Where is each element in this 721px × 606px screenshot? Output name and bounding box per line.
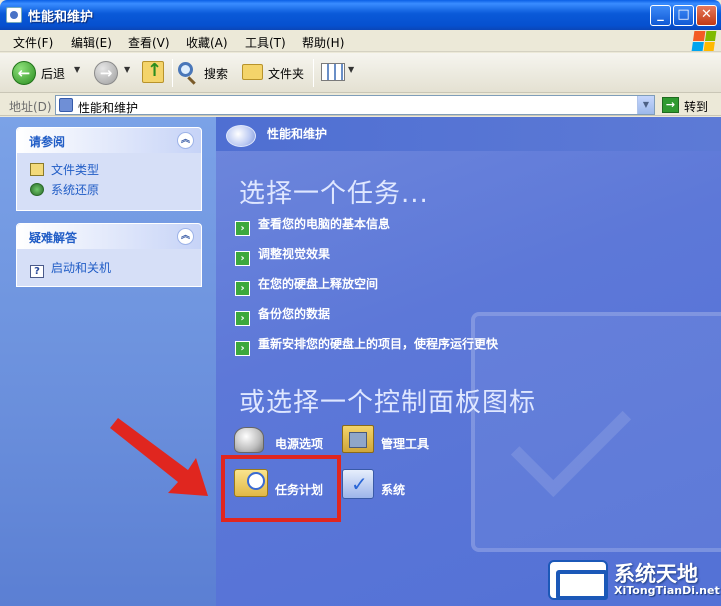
- forward-arrow-icon[interactable]: →: [94, 61, 118, 85]
- panel-title: 疑难解答: [29, 231, 78, 245]
- views-dropdown-icon[interactable]: ▼: [348, 65, 354, 74]
- green-arrow-icon: ›: [235, 341, 250, 356]
- watermark-logo: 系统天地 XiTongTianDi.net: [548, 556, 720, 602]
- maximize-button[interactable]: □: [673, 5, 694, 26]
- menu-file[interactable]: 文件(F): [13, 34, 53, 51]
- admin-tools-icon[interactable]: [342, 425, 374, 453]
- green-arrow-icon: ›: [235, 221, 250, 236]
- menu-help[interactable]: 帮助(H): [302, 34, 344, 51]
- go-arrow-icon[interactable]: →: [662, 97, 679, 113]
- address-bar: 地址(D) 性能和维护 ▼ → 转到: [0, 94, 721, 116]
- task-label[interactable]: 查看您的电脑的基本信息: [258, 217, 390, 231]
- troubleshooting-panel: 疑难解答 ︽ ? 启动和关机: [16, 223, 202, 287]
- link-startup-shutdown[interactable]: ? 启动和关机: [30, 259, 111, 278]
- close-button[interactable]: ✕: [696, 5, 717, 26]
- link-label[interactable]: 系统还原: [51, 183, 99, 197]
- folders-button-label[interactable]: 文件夹: [268, 65, 304, 82]
- admin-tools-label[interactable]: 管理工具: [381, 435, 429, 452]
- toolbar-separator: [172, 59, 173, 87]
- icon-heading: 或选择一个控制面板图标: [239, 388, 537, 418]
- address-input[interactable]: 性能和维护 ▼: [55, 95, 655, 115]
- link-system-restore[interactable]: 系统还原: [30, 181, 99, 198]
- panel-header[interactable]: 疑难解答 ︽: [17, 224, 201, 249]
- power-options-icon[interactable]: [234, 427, 264, 453]
- task-link[interactable]: › 在您的硬盘上释放空间: [235, 275, 378, 296]
- up-folder-icon[interactable]: [142, 60, 164, 83]
- see-also-panel: 请参阅 ︽ 文件类型 系统还原: [16, 127, 202, 211]
- category-header: 性能和维护: [216, 117, 721, 151]
- menu-bar: 文件(F) 编辑(E) 查看(V) 收藏(A) 工具(T) 帮助(H): [0, 30, 721, 52]
- system-label[interactable]: 系统: [381, 481, 405, 498]
- watermark-house-icon: [548, 560, 608, 600]
- task-label[interactable]: 备份您的数据: [258, 307, 330, 321]
- link-label[interactable]: 文件类型: [51, 163, 99, 177]
- menu-edit[interactable]: 编辑(E): [71, 34, 112, 51]
- highlight-box: [221, 455, 341, 522]
- control-panel-icon: [6, 7, 22, 23]
- back-arrow-icon[interactable]: ←: [12, 61, 36, 85]
- watermark-subtitle: XiTongTianDi.net: [614, 584, 720, 597]
- help-icon: ?: [30, 265, 44, 278]
- go-button-label[interactable]: 转到: [684, 98, 708, 115]
- task-label[interactable]: 在您的硬盘上释放空间: [258, 277, 378, 291]
- task-label[interactable]: 重新安排您的硬盘上的项目，使程序运行更快: [258, 337, 498, 351]
- views-icon[interactable]: [321, 63, 345, 81]
- panel-title: 请参阅: [29, 135, 66, 149]
- address-dropdown-icon[interactable]: ▼: [637, 96, 654, 114]
- menu-tools[interactable]: 工具(T): [245, 34, 286, 51]
- title-bar[interactable]: 性能和维护 _ □ ✕: [0, 0, 721, 30]
- menu-favorites[interactable]: 收藏(A): [186, 34, 228, 51]
- task-link[interactable]: › 备份您的数据: [235, 305, 330, 326]
- search-button-label[interactable]: 搜索: [204, 65, 228, 82]
- windows-logo-icon: [691, 31, 717, 51]
- file-types-icon: [30, 163, 44, 176]
- control-panel-icon: [59, 98, 73, 112]
- toolbar: ← 后退 ▼ → ▼ 搜索 文件夹 ▼: [0, 53, 721, 93]
- back-dropdown-icon[interactable]: ▼: [74, 65, 80, 74]
- link-file-types[interactable]: 文件类型: [30, 161, 99, 178]
- task-link[interactable]: › 查看您的电脑的基本信息: [235, 215, 390, 236]
- address-label: 地址(D): [9, 100, 52, 114]
- task-label[interactable]: 调整视觉效果: [258, 247, 330, 261]
- collapse-chevron-icon[interactable]: ︽: [177, 132, 194, 149]
- link-label[interactable]: 启动和关机: [51, 261, 111, 275]
- back-button-label[interactable]: 后退: [41, 65, 65, 82]
- address-value[interactable]: 性能和维护: [78, 99, 138, 116]
- search-icon[interactable]: [178, 62, 193, 77]
- menu-view[interactable]: 查看(V): [128, 34, 170, 51]
- system-restore-icon: [30, 183, 44, 196]
- folders-icon[interactable]: [242, 64, 263, 80]
- category-title: 性能和维护: [267, 127, 328, 141]
- minimize-button[interactable]: _: [650, 5, 671, 26]
- collapse-chevron-icon[interactable]: ︽: [177, 228, 194, 245]
- task-pane: 请参阅 ︽ 文件类型 系统还原 疑难解答 ︽ ? 启动和关机: [0, 117, 216, 606]
- green-arrow-icon: ›: [235, 251, 250, 266]
- performance-category-icon: [226, 125, 256, 147]
- power-options-label[interactable]: 电源选项: [275, 435, 323, 452]
- toolbar-separator: [313, 59, 314, 87]
- main-content: 性能和维护 选择一个任务... › 查看您的电脑的基本信息 › 调整视觉效果 › 在您…: [216, 117, 721, 606]
- panel-header[interactable]: 请参阅 ︽: [17, 128, 201, 153]
- task-link[interactable]: › 重新安排您的硬盘上的项目，使程序运行更快: [235, 335, 498, 356]
- green-arrow-icon: ›: [235, 311, 250, 326]
- green-arrow-icon: ›: [235, 281, 250, 296]
- task-heading: 选择一个任务...: [239, 179, 429, 209]
- forward-dropdown-icon[interactable]: ▼: [124, 65, 130, 74]
- task-link[interactable]: › 调整视觉效果: [235, 245, 330, 266]
- window-title: 性能和维护: [28, 10, 94, 25]
- system-icon[interactable]: [342, 469, 374, 499]
